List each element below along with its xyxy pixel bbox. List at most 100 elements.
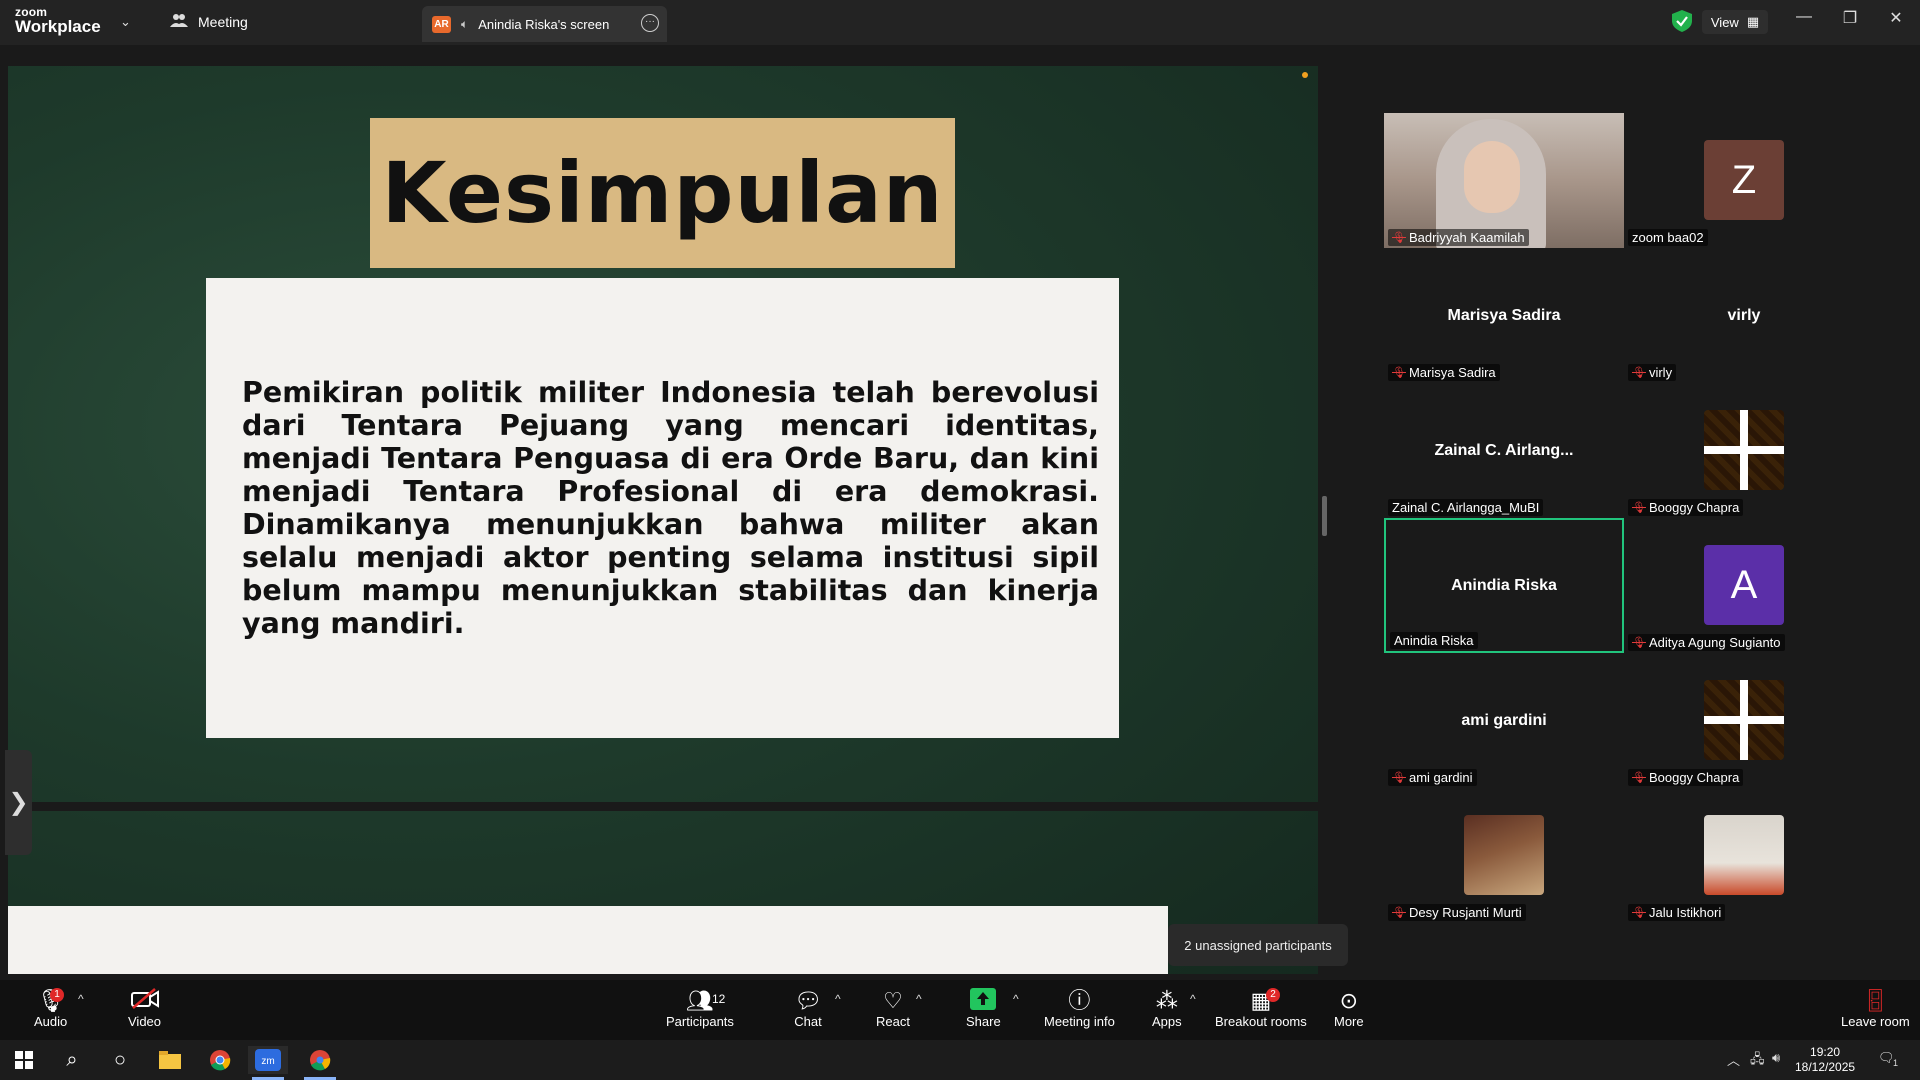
recording-dot: [1302, 72, 1308, 78]
participant-display-name: Marisya Sadira: [1447, 306, 1561, 324]
participant-video: [1384, 113, 1624, 248]
chrome-profile-icon[interactable]: [300, 1046, 340, 1080]
brand-line2: Workplace: [15, 17, 101, 36]
chevron-down-icon[interactable]: ⌄: [120, 14, 131, 30]
tab-meeting[interactable]: Meeting: [170, 12, 248, 31]
zoom-logo[interactable]: zoom Workplace: [15, 6, 101, 35]
breakout-rooms-label: Breakout rooms: [1215, 1014, 1307, 1029]
participant-name-label: Anindia Riska: [1390, 632, 1478, 649]
participant-name: Aditya Agung Sugianto: [1648, 635, 1781, 650]
breakout-rooms-button[interactable]: ▦ Breakout rooms: [1215, 988, 1307, 1029]
minimize-icon[interactable]: —: [1784, 8, 1824, 26]
unassigned-participants-tooltip: 2 unassigned participants: [1168, 924, 1348, 966]
participant-tile[interactable]: 🎙︎ Booggy Chapra: [1624, 383, 1864, 518]
restore-icon[interactable]: ❐: [1830, 8, 1870, 28]
participant-tile[interactable]: A 🎙︎ Aditya Agung Sugianto: [1624, 518, 1864, 653]
participant-tile[interactable]: Zzoom baa02: [1624, 113, 1864, 248]
taskbar-clock[interactable]: 19:20 18/12/2025: [1795, 1045, 1855, 1075]
participant-name: Marisya Sadira: [1408, 365, 1496, 380]
slide-divider: [8, 802, 1318, 811]
meeting-info-button[interactable]: ⓘ Meeting info: [1044, 988, 1115, 1029]
participant-tile[interactable]: Marisya Sadira 🎙︎ Marisya Sadira: [1384, 248, 1624, 383]
participant-name: Booggy Chapra: [1648, 770, 1740, 785]
apps-options-caret[interactable]: ^: [1190, 992, 1196, 1006]
participant-name-label: 🎙︎ Marisya Sadira: [1388, 364, 1500, 381]
audio-alert-badge: 1: [50, 988, 64, 1002]
windows-taskbar: ⌕ ○ zm ︿ 🖧︎ 🔊︎ 19:20 18/12/2025 🗨︎ 1: [0, 1040, 1920, 1080]
clock-time: 19:20: [1810, 1045, 1841, 1059]
participants-count: 12: [712, 992, 726, 1006]
tray-chevron-icon[interactable]: ︿: [1727, 1050, 1740, 1069]
chat-icon: 💬︎: [794, 988, 822, 1013]
chrome-icon[interactable]: [200, 1046, 240, 1074]
mic-muted-icon: 🎙︎: [1632, 502, 1646, 514]
participant-name-label: 🎙︎ Booggy Chapra: [1628, 769, 1744, 786]
participant-name: Anindia Riska: [1394, 633, 1474, 648]
participant-name: Badriyyah Kaamilah: [1408, 230, 1525, 245]
participant-tile[interactable]: 🎙︎ Desy Rusjanti Murti: [1384, 788, 1624, 923]
participant-name: Desy Rusjanti Murti: [1408, 905, 1522, 920]
info-icon: ⓘ: [1068, 988, 1091, 1013]
react-button[interactable]: ♡ React: [876, 988, 910, 1029]
view-button[interactable]: View ▦: [1702, 10, 1768, 34]
slide-title-box: Kesimpulan: [370, 118, 955, 268]
participant-name-label: 🎙︎ Booggy Chapra: [1628, 499, 1744, 516]
shared-screen-view[interactable]: Kesimpulan Pemikiran politik militer Ind…: [8, 66, 1318, 974]
participant-avatar-image: [1704, 410, 1784, 490]
share-options-caret[interactable]: ^: [1013, 992, 1019, 1006]
apps-icon: ⁂: [1155, 988, 1178, 1013]
video-button[interactable]: Video: [128, 988, 161, 1029]
participant-tile[interactable]: virly 🎙︎ virly: [1624, 248, 1864, 383]
react-options-caret[interactable]: ^: [916, 992, 922, 1006]
participant-name-label: zoom baa02: [1628, 229, 1708, 246]
grid-icon: ▦: [1746, 14, 1760, 29]
task-view-icon[interactable]: ○: [100, 1046, 140, 1074]
participant-tile[interactable]: Zainal C. Airlang... Zainal C. Airlangga_…: [1384, 383, 1624, 518]
mic-muted-icon: 🎙︎: [1392, 772, 1406, 784]
search-icon[interactable]: ⌕: [52, 1046, 92, 1074]
network-icon[interactable]: 🖧︎: [1750, 1050, 1765, 1072]
zoom-taskbar-icon[interactable]: zm: [248, 1046, 288, 1080]
audio-options-caret[interactable]: ^: [78, 992, 84, 1006]
react-label: React: [876, 1014, 910, 1029]
participant-tile[interactable]: 🎙︎ Booggy Chapra: [1624, 653, 1864, 788]
mic-muted-icon: 🎙︎: [1632, 367, 1646, 379]
people-icon: [170, 12, 188, 31]
mic-muted-icon: 🎙︎: [1632, 637, 1646, 649]
participant-name-label: 🎙︎ virly: [1628, 364, 1677, 381]
participant-tile[interactable]: ami gardini 🎙︎ ami gardini: [1384, 653, 1624, 788]
more-options-icon[interactable]: ···: [641, 14, 659, 32]
expand-sidebar-button[interactable]: ❯: [5, 750, 32, 855]
more-button[interactable]: ⊙ More: [1334, 988, 1364, 1029]
participant-tile[interactable]: 🎙︎ Badriyyah Kaamilah: [1384, 113, 1624, 248]
participant-tile[interactable]: 🎙︎ Jalu Istikhori: [1624, 788, 1864, 923]
sharer-initials-badge: AR: [432, 15, 451, 33]
tab-shared-screen[interactable]: AR 🔈︎ Anindia Riska's screen ···: [422, 6, 667, 42]
leave-room-button[interactable]: 🚪︎ Leave room: [1841, 988, 1910, 1029]
slide-title: Kesimpulan: [381, 144, 944, 242]
file-explorer-icon[interactable]: [150, 1046, 190, 1074]
participant-display-name: virly: [1727, 306, 1761, 324]
participant-name-label: Zainal C. Airlangga_MuBI: [1388, 499, 1544, 516]
chat-options-caret[interactable]: ^: [835, 992, 841, 1006]
split-resize-handle[interactable]: [1322, 496, 1327, 536]
participant-name: Zainal C. Airlangga_MuBI: [1392, 500, 1540, 515]
security-shield-icon[interactable]: [1672, 10, 1692, 32]
participants-icon: 👥︎: [685, 988, 714, 1013]
close-icon[interactable]: ✕: [1876, 8, 1916, 28]
windows-start-icon[interactable]: [4, 1046, 44, 1074]
participant-name: ami gardini: [1408, 770, 1473, 785]
chat-button[interactable]: 💬︎ Chat: [794, 988, 822, 1029]
participant-tile[interactable]: Anindia Riska Anindia Riska: [1384, 518, 1624, 653]
participant-avatar-image: [1704, 815, 1784, 895]
meeting-toolbar: 🎙︎ Audio 1 ^ Video 👥︎ Participants 12 💬︎…: [0, 980, 1920, 1040]
volume-icon[interactable]: 🔊︎: [1772, 1050, 1780, 1066]
apps-button[interactable]: ⁂ Apps: [1152, 988, 1182, 1029]
video-label: Video: [128, 1014, 162, 1029]
apps-label: Apps: [1152, 1014, 1182, 1029]
share-button[interactable]: Share: [966, 988, 1001, 1029]
meeting-tab-label: Meeting: [198, 13, 248, 30]
participant-name-label: 🎙︎ ami gardini: [1388, 769, 1477, 786]
more-icon: ⊙: [1339, 988, 1359, 1013]
participant-name-label: 🎙︎ Desy Rusjanti Murti: [1388, 904, 1526, 921]
